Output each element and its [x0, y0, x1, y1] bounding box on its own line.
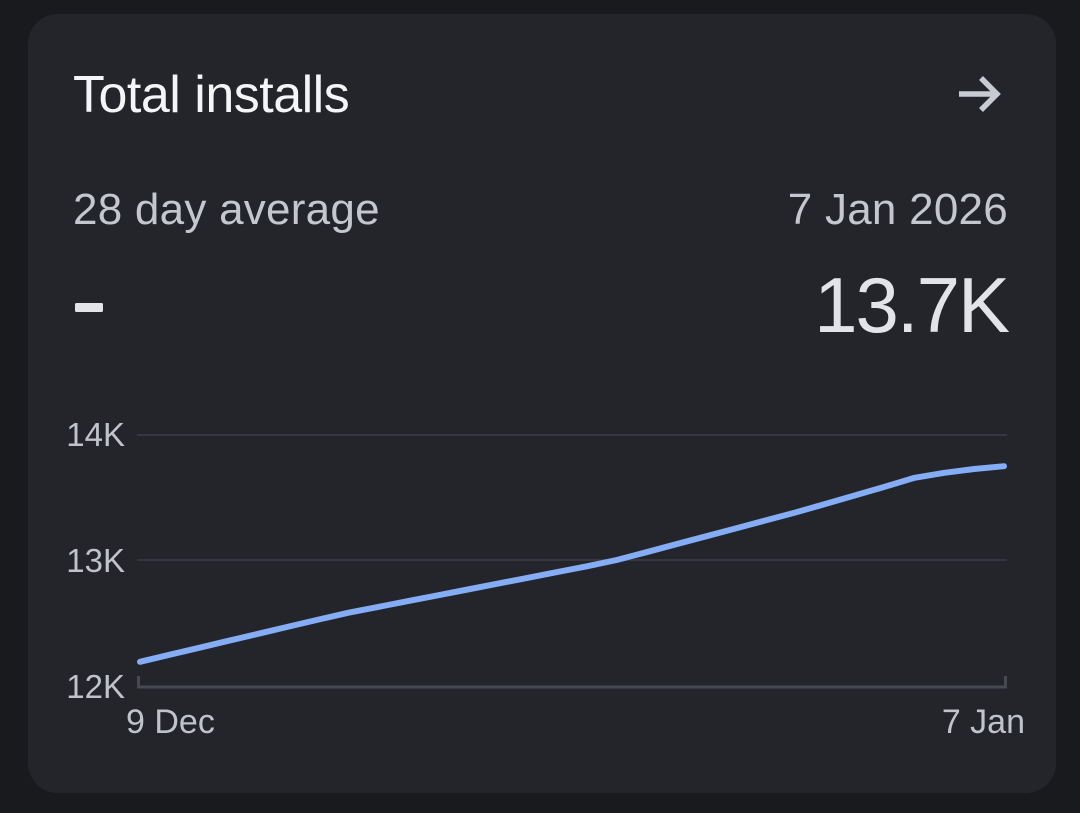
installs-chart-canvas — [137, 424, 1007, 700]
x-tick-label-end: 7 Jan — [942, 705, 1025, 739]
y-tick-label-12k: 12K — [56, 670, 125, 703]
installs-trend-line — [140, 466, 1004, 662]
installs-chart: 14K 13K 12K 9 Dec 7 Jan — [28, 14, 1056, 793]
total-installs-card[interactable]: Total installs 28 day average 7 Jan 2026… — [28, 14, 1056, 793]
x-tick-label-start: 9 Dec — [126, 705, 215, 739]
y-tick-label-14k: 14K — [56, 418, 125, 451]
y-tick-label-13k: 13K — [56, 544, 125, 577]
